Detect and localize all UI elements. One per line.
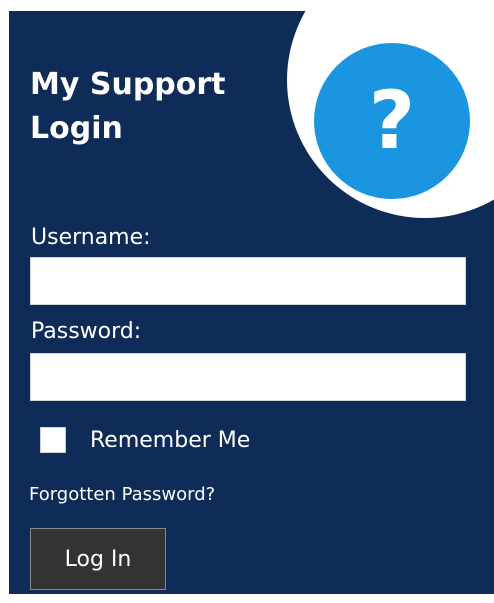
password-label: Password: [31, 319, 142, 344]
title-line-1: My Support [30, 67, 226, 102]
question-mark-icon: ? [314, 43, 470, 199]
title-line-2: Login [30, 111, 123, 146]
login-button[interactable]: Log In [30, 528, 166, 590]
password-input[interactable] [30, 353, 466, 401]
forgotten-password-link[interactable]: Forgotten Password? [29, 482, 215, 508]
username-input[interactable] [30, 257, 466, 305]
login-panel: ? My Support Login Username: Password: R… [9, 11, 494, 594]
remember-me-row: Remember Me [40, 419, 250, 461]
page-title: My Support Login [30, 63, 290, 151]
username-label: Username: [31, 225, 151, 250]
remember-me-checkbox[interactable] [40, 427, 66, 453]
remember-me-label[interactable]: Remember Me [90, 428, 250, 453]
